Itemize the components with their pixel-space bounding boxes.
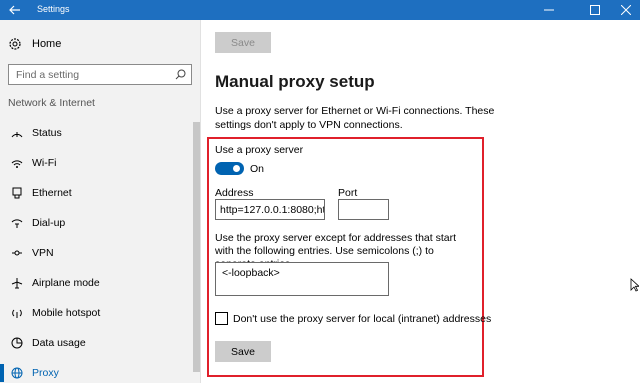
dialup-icon bbox=[4, 217, 30, 229]
sidebar-item-label: VPN bbox=[32, 247, 54, 259]
hotspot-icon bbox=[4, 307, 30, 319]
save-label: Save bbox=[231, 345, 255, 358]
title-bar: Settings bbox=[0, 0, 640, 20]
sidebar-item-mobile-hotspot[interactable]: Mobile hotspot bbox=[0, 298, 192, 328]
airplane-icon bbox=[4, 277, 30, 289]
search-icon[interactable] bbox=[175, 69, 186, 80]
status-icon bbox=[4, 127, 30, 139]
sidebar-item-status[interactable]: Status bbox=[0, 118, 192, 148]
sidebar-item-ethernet[interactable]: Ethernet bbox=[0, 178, 192, 208]
local-bypass-label: Don't use the proxy server for local (in… bbox=[233, 313, 492, 325]
gear-icon bbox=[9, 38, 21, 50]
sidebar-item-label: Wi-Fi bbox=[32, 157, 57, 169]
toggle-state: On bbox=[250, 163, 265, 175]
minimize-button[interactable] bbox=[526, 0, 572, 20]
sidebar: Home Find a setting Network & Internet S… bbox=[0, 20, 201, 383]
port-label: Port bbox=[338, 187, 358, 199]
sidebar-item-airplane-mode[interactable]: Airplane mode bbox=[0, 268, 192, 298]
sidebar-item-label: Data usage bbox=[32, 337, 86, 349]
globe-icon bbox=[4, 367, 30, 379]
local-bypass-checkbox[interactable] bbox=[215, 312, 228, 325]
minimize-icon bbox=[544, 9, 554, 11]
sidebar-item-wifi[interactable]: Wi-Fi bbox=[0, 148, 192, 178]
sidebar-home[interactable]: Home bbox=[8, 35, 61, 53]
address-field[interactable]: http=127.0.0.1:8080;http bbox=[215, 199, 325, 220]
vpn-icon bbox=[4, 247, 30, 259]
sidebar-item-label: Dial-up bbox=[32, 217, 66, 229]
sidebar-item-label: Status bbox=[32, 127, 62, 139]
toggle-knob bbox=[233, 165, 240, 172]
top-save-label: Save bbox=[231, 36, 255, 49]
back-arrow-icon bbox=[9, 5, 20, 15]
wifi-icon bbox=[4, 157, 30, 169]
section-label: Network & Internet bbox=[8, 97, 95, 109]
sidebar-item-label: Ethernet bbox=[32, 187, 72, 199]
search-placeholder: Find a setting bbox=[16, 69, 80, 81]
close-button[interactable] bbox=[612, 0, 640, 20]
search-input[interactable]: Find a setting bbox=[8, 64, 192, 85]
page-description: Use a proxy server for Ethernet or Wi-Fi… bbox=[215, 105, 495, 131]
ethernet-icon bbox=[4, 187, 30, 199]
port-field[interactable] bbox=[338, 199, 389, 220]
sidebar-item-label: Mobile hotspot bbox=[32, 307, 101, 319]
use-proxy-toggle[interactable] bbox=[215, 162, 244, 175]
use-proxy-label: Use a proxy server bbox=[215, 144, 304, 156]
sidebar-item-label: Proxy bbox=[32, 367, 59, 379]
sidebar-scroll-thumb[interactable] bbox=[193, 122, 200, 372]
home-label: Home bbox=[32, 38, 62, 50]
sidebar-item-data-usage[interactable]: Data usage bbox=[0, 328, 192, 358]
sidebar-item-proxy[interactable]: Proxy bbox=[0, 358, 192, 388]
save-button[interactable]: Save bbox=[215, 341, 271, 362]
sidebar-item-label: Airplane mode bbox=[32, 277, 100, 289]
data-usage-icon bbox=[4, 337, 30, 349]
back-button[interactable] bbox=[0, 0, 30, 20]
sidebar-item-vpn[interactable]: VPN bbox=[0, 238, 192, 268]
sidebar-item-dialup[interactable]: Dial-up bbox=[0, 208, 192, 238]
page-title: Manual proxy setup bbox=[215, 72, 375, 91]
address-label: Address bbox=[215, 187, 254, 199]
close-icon bbox=[621, 5, 631, 15]
mouse-cursor-icon bbox=[630, 278, 639, 292]
window-title: Settings bbox=[37, 4, 70, 14]
maximize-icon bbox=[590, 5, 600, 15]
exceptions-field[interactable]: <-loopback> bbox=[215, 262, 389, 296]
top-save-button[interactable]: Save bbox=[215, 32, 271, 53]
